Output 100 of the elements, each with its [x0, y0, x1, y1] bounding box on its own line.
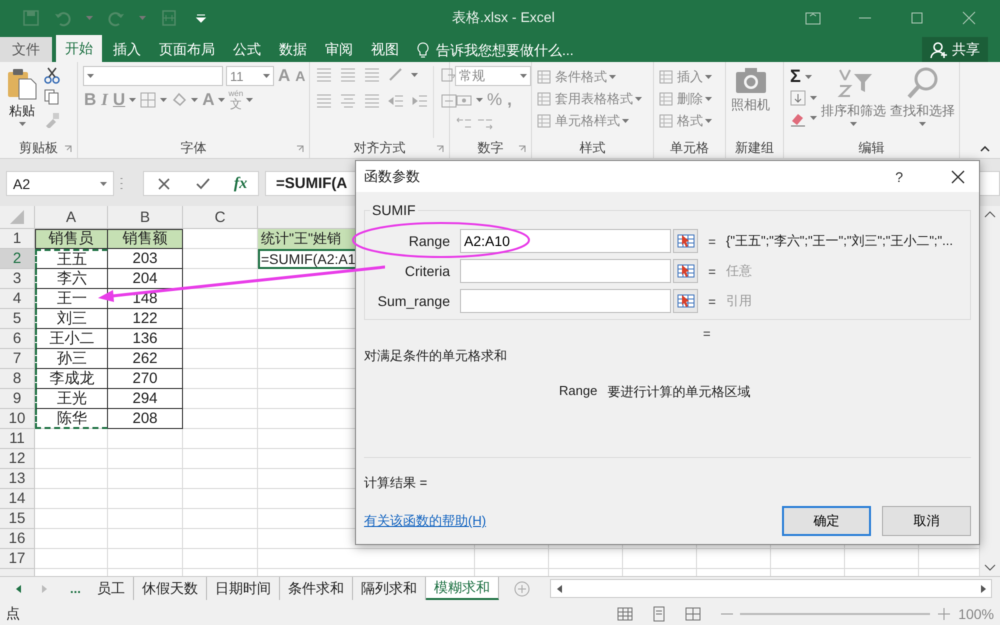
ribbon-tab[interactable]: 插入 [104, 37, 150, 62]
add-sheet-icon[interactable] [512, 580, 531, 598]
sort-filter-button[interactable]: 排序和筛选 [821, 66, 886, 138]
align-top-icon[interactable] [315, 66, 333, 84]
argument-field[interactable] [460, 289, 671, 313]
dialog-launcher-icon[interactable] [64, 145, 72, 153]
row-header[interactable]: 14 [0, 489, 35, 509]
align-middle-icon[interactable] [339, 66, 357, 84]
name-box[interactable]: A2 [6, 171, 114, 196]
font-name-field[interactable] [83, 66, 223, 86]
ribbon-tab[interactable]: 公式 [224, 37, 270, 62]
insert-function-button[interactable]: fx [234, 174, 248, 192]
row-header[interactable]: 2 [0, 249, 35, 269]
argument-label: Range [408, 233, 451, 249]
column-header[interactable]: B [108, 206, 183, 229]
select-all-icon[interactable] [10, 210, 24, 224]
argument-result: 任意 [726, 262, 752, 280]
fill-down-icon[interactable] [789, 89, 807, 107]
collapse-dialog-button[interactable] [673, 259, 698, 283]
row-header[interactable]: 11 [0, 429, 35, 449]
caret-icon [810, 96, 817, 100]
row-header[interactable]: 4 [0, 289, 35, 309]
row-header[interactable]: 13 [0, 469, 35, 489]
window-title: 表格.xlsx - Excel [452, 8, 556, 26]
format-cells-icon [659, 112, 675, 128]
row-header[interactable]: 16 [0, 529, 35, 549]
table-cell: 李成龙 [35, 369, 108, 389]
wrap-text-icon[interactable] [440, 66, 458, 84]
row-header[interactable]: 17 [0, 549, 35, 569]
column-header[interactable]: C [183, 206, 258, 229]
collapse-ribbon-icon[interactable] [980, 146, 990, 152]
sheet-tab[interactable]: 模糊求和 [426, 577, 499, 600]
save-icon[interactable] [22, 8, 40, 26]
argument-field[interactable]: A2:A10 [460, 229, 671, 253]
dialog-title: 函数参数 [364, 168, 421, 186]
row-header[interactable]: 6 [0, 329, 35, 349]
group-label: 对齐方式 [354, 139, 406, 157]
number-format-field[interactable]: 常规 [455, 66, 531, 86]
row-header[interactable]: 10 [0, 409, 35, 429]
caret-icon [160, 98, 168, 102]
camera-button[interactable]: 照相机 [731, 66, 770, 138]
phonetic-label: wén [228, 90, 244, 98]
more-sheets-button[interactable]: ... [62, 577, 89, 600]
row-header[interactable]: 3 [0, 269, 35, 289]
row-header[interactable]: 7 [0, 349, 35, 369]
ribbon-tab[interactable]: 开始 [56, 35, 102, 62]
caret-icon [705, 118, 712, 122]
find-select-button[interactable]: 查找和选择 [890, 66, 955, 138]
argument-field[interactable] [460, 259, 671, 283]
normal-view-icon[interactable] [616, 604, 634, 622]
align-left-icon[interactable] [315, 92, 333, 110]
ribbon-tab[interactable]: 视图 [362, 37, 408, 62]
caret-icon [810, 116, 817, 120]
table-cell: 销售员 [35, 229, 108, 249]
scissors-icon[interactable] [43, 66, 61, 84]
align-right-icon[interactable] [363, 92, 381, 110]
dialog-launcher-icon[interactable] [436, 145, 444, 153]
equals-sign: = [703, 326, 712, 341]
autosum-button[interactable]: Σ [789, 66, 802, 87]
range-select-icon [676, 233, 694, 249]
paste-button[interactable]: 粘贴 [5, 66, 39, 138]
cancel-button[interactable]: 取消 [882, 506, 971, 536]
borders-icon[interactable] [139, 91, 158, 109]
page-break-icon[interactable] [684, 604, 702, 622]
dialog-launcher-icon[interactable] [296, 145, 304, 153]
help-button[interactable]: ? [889, 168, 909, 186]
row-header[interactable]: 9 [0, 389, 35, 409]
ribbon-tab[interactable]: 数据 [270, 37, 316, 62]
ribbon-tab[interactable]: 审阅 [316, 37, 362, 62]
collapse-dialog-button[interactable] [673, 229, 698, 253]
align-bottom-icon[interactable] [363, 66, 381, 84]
help-link[interactable]: 有关该函数的帮助(H) [364, 513, 486, 528]
tell-me-field[interactable]: 告诉我您想要做什么... [436, 42, 696, 58]
row-header[interactable]: 5 [0, 309, 35, 329]
collapse-dialog-button[interactable] [673, 289, 698, 313]
merge-cells-icon[interactable] [440, 92, 458, 110]
group-label: 单元格 [670, 139, 709, 157]
copy-icon[interactable] [43, 88, 61, 106]
row-header[interactable]: 8 [0, 369, 35, 389]
delete-cells-icon [659, 90, 675, 106]
caret-icon [804, 74, 812, 78]
fill-color-icon[interactable] [170, 91, 188, 109]
row-header[interactable]: 12 [0, 449, 35, 469]
table-cell: 陈华 [35, 409, 108, 429]
share-button[interactable]: 共享 [922, 37, 988, 62]
row-header[interactable]: 1 [0, 229, 35, 249]
form-icon[interactable] [160, 8, 178, 26]
dialog-launcher-icon[interactable] [518, 145, 526, 153]
font-size-field[interactable]: 11 [226, 66, 274, 86]
horizontal-scrollbar[interactable] [550, 579, 992, 598]
table-cell: 136 [108, 329, 183, 349]
table-cell: 294 [108, 389, 183, 409]
column-header[interactable]: A [35, 206, 108, 229]
row-header[interactable]: 15 [0, 509, 35, 529]
ok-button[interactable]: 确定 [782, 506, 871, 536]
ribbon-tab[interactable]: 页面布局 [150, 37, 224, 62]
cell-styles-icon [537, 112, 553, 128]
ribbon-tab[interactable]: 文件 [0, 37, 52, 62]
align-center-icon[interactable] [339, 92, 357, 110]
close-icon[interactable] [949, 168, 967, 186]
